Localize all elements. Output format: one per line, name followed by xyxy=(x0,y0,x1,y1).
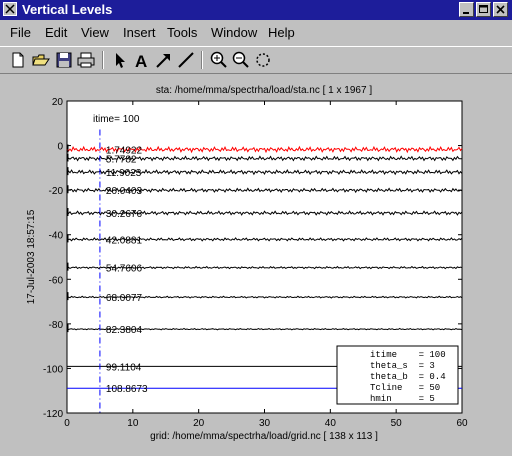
chart-title: sta: /home/mma/spectrha/load/sta.nc [ 1 … xyxy=(156,85,372,96)
level-label: 99.1104 xyxy=(106,362,142,373)
level-label: 42.0881 xyxy=(106,235,143,246)
level-label: 82.3804 xyxy=(106,325,143,336)
y-tick-label: 20 xyxy=(52,97,64,108)
x-tick-label: 10 xyxy=(127,418,139,429)
x-tick-label: 0 xyxy=(64,418,70,429)
insert-arrow-icon[interactable] xyxy=(154,50,174,70)
minimize-icon xyxy=(463,12,469,14)
toolbar-separator xyxy=(102,51,104,69)
menu-bar: File Edit View Insert Tools Window Help xyxy=(0,22,512,44)
info-line-theta-s: theta_s = 3 xyxy=(370,361,435,371)
select-arrow-icon[interactable] xyxy=(110,50,130,70)
rotate-icon[interactable] xyxy=(253,50,273,70)
y-tick-label: -40 xyxy=(49,231,64,242)
title-bar: Vertical Levels xyxy=(0,0,512,20)
print-icon[interactable] xyxy=(76,50,96,70)
x-tick-label: 30 xyxy=(259,418,271,429)
level-label: 54.7606 xyxy=(106,264,143,275)
app-icon[interactable] xyxy=(3,2,17,16)
y-tick-label: 0 xyxy=(57,142,63,153)
x-tick-label: 20 xyxy=(193,418,205,429)
level-label: 20.0403 xyxy=(106,186,143,197)
insert-text-icon[interactable]: A xyxy=(132,50,152,70)
x-tick-label: 60 xyxy=(456,418,468,429)
maximize-button[interactable] xyxy=(476,2,491,17)
itime-label: itime= 100 xyxy=(93,114,140,125)
level-label: 30.2676 xyxy=(106,209,143,220)
menu-edit[interactable]: Edit xyxy=(45,25,67,40)
zoom-in-icon[interactable] xyxy=(209,50,229,70)
level-label: 5.7782 xyxy=(106,154,137,165)
y-tick-label: -60 xyxy=(49,275,64,286)
figure-area: 0 10 20 30 40 50 60 20 0 -20 -40 -60 -80 -100 -120 1.7… xyxy=(0,76,512,456)
y-tick-label: -80 xyxy=(49,320,64,331)
maximize-icon xyxy=(479,5,488,13)
zoom-out-icon[interactable] xyxy=(231,50,251,70)
x-tick-label: 40 xyxy=(325,418,337,429)
y-axis-label: 17-Jul-2003 18:57:15 xyxy=(26,209,37,304)
y-tick-label: -120 xyxy=(43,409,63,420)
info-line-tcline: Tcline = 50 xyxy=(370,383,440,393)
y-tick-label: -20 xyxy=(49,186,64,197)
menu-help[interactable]: Help xyxy=(268,25,295,40)
info-line-itime: itime = 100 xyxy=(370,350,446,360)
menu-view[interactable]: View xyxy=(81,25,109,40)
info-box: itime = 100 theta_s = 3 theta_b = 0.4 Tc… xyxy=(336,345,459,405)
menu-insert[interactable]: Insert xyxy=(123,25,156,40)
open-folder-icon[interactable] xyxy=(31,50,51,70)
level-label: 108.8673 xyxy=(106,384,148,395)
info-line-theta-b: theta_b = 0.4 xyxy=(370,372,446,382)
window-title: Vertical Levels xyxy=(22,2,113,17)
close-button[interactable] xyxy=(493,2,508,17)
svg-text:A: A xyxy=(135,52,147,70)
toolbar: A xyxy=(0,46,512,74)
minimize-button[interactable] xyxy=(459,2,474,17)
new-file-icon[interactable] xyxy=(8,50,28,70)
chart: 0 10 20 30 40 50 60200-20-40-60-80-100-120 1.7… xyxy=(26,85,468,442)
toolbar-separator xyxy=(201,51,203,69)
x-axis-label: grid: /home/mma/spectrha/load/grid.nc [ … xyxy=(150,431,378,442)
insert-line-icon[interactable] xyxy=(176,50,196,70)
menu-tools[interactable]: Tools xyxy=(167,25,197,40)
close-icon xyxy=(496,5,505,14)
info-line-hmin: hmin = 5 xyxy=(370,394,435,404)
y-tick-label: -100 xyxy=(43,364,63,375)
level-label: 68.0077 xyxy=(106,293,143,304)
level-label: 11.9023 xyxy=(106,168,142,179)
menu-window[interactable]: Window xyxy=(211,25,257,40)
save-icon[interactable] xyxy=(54,50,74,70)
menu-file[interactable]: File xyxy=(10,25,31,40)
x-tick-label: 50 xyxy=(391,418,403,429)
